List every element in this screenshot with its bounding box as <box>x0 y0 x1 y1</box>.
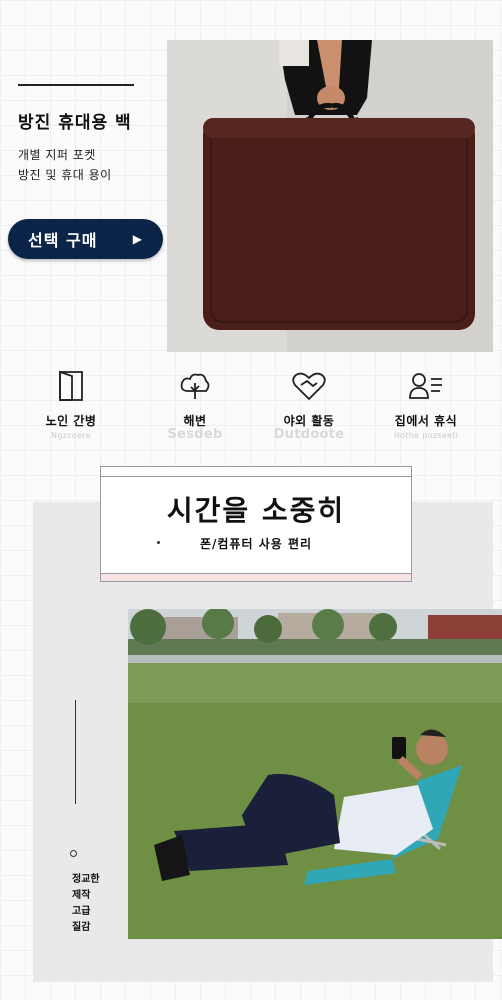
buy-button[interactable]: 선택 구매 ▶ <box>8 219 163 259</box>
feature-label: 집에서 휴식 <box>394 414 458 428</box>
banner-bottom-strip <box>101 573 411 581</box>
side-caption-line: 질감 <box>72 922 91 933</box>
feature-label: 노인 간병 <box>45 414 97 428</box>
heart-handshake-icon <box>289 366 329 406</box>
play-arrow-icon: ▶ <box>132 232 143 246</box>
feature-caption: Ngzcoere <box>51 431 91 440</box>
tree-icon <box>175 366 215 406</box>
product-title: 방진 휴대용 백 <box>18 113 132 133</box>
person-list-icon <box>406 366 446 406</box>
banner-top-strip <box>101 467 411 477</box>
product-subtitle-1: 개별 지퍼 포켓 <box>18 148 96 162</box>
feature-caption: Dutdoote <box>273 427 345 442</box>
feature-beach: 해변 Sesdeb <box>140 366 250 442</box>
top-rule <box>18 84 134 86</box>
feature-row: 노인 간병 Ngzcoere 해변 Sesdeb 야외 활동 Dutdoote … <box>0 366 502 456</box>
feature-outdoor: 야외 활동 Dutdoote <box>254 366 364 442</box>
lifestyle-photo <box>128 609 502 939</box>
side-caption: 정교한 제작 고급 질감 <box>72 872 100 936</box>
feature-caption: Hothe pozseeti <box>393 431 459 440</box>
banner-headline: 시간을 소중히 <box>166 494 346 527</box>
vertical-rule <box>75 700 76 804</box>
circle-marker-icon <box>70 850 77 857</box>
door-icon <box>51 366 91 406</box>
hero-product-image <box>167 40 493 352</box>
feature-caption: Sesdeb <box>167 427 223 442</box>
buy-button-label: 선택 구매 <box>28 231 98 250</box>
product-subtitle-2: 방진 및 휴대 용이 <box>18 168 112 182</box>
side-caption-line: 제작 <box>72 890 91 901</box>
feature-elder-care: 노인 간병 Ngzcoere <box>16 366 126 440</box>
side-caption-line: 정교한 <box>72 874 100 885</box>
side-caption-line: 고급 <box>72 906 91 917</box>
banner-tagline: 폰/컴퓨터 사용 편리 <box>199 537 313 551</box>
feature-home-rest: 집에서 휴식 Hothe pozseeti <box>371 366 481 440</box>
banner-card: 시간을 소중히 폰/컴퓨터 사용 편리 <box>100 466 412 582</box>
